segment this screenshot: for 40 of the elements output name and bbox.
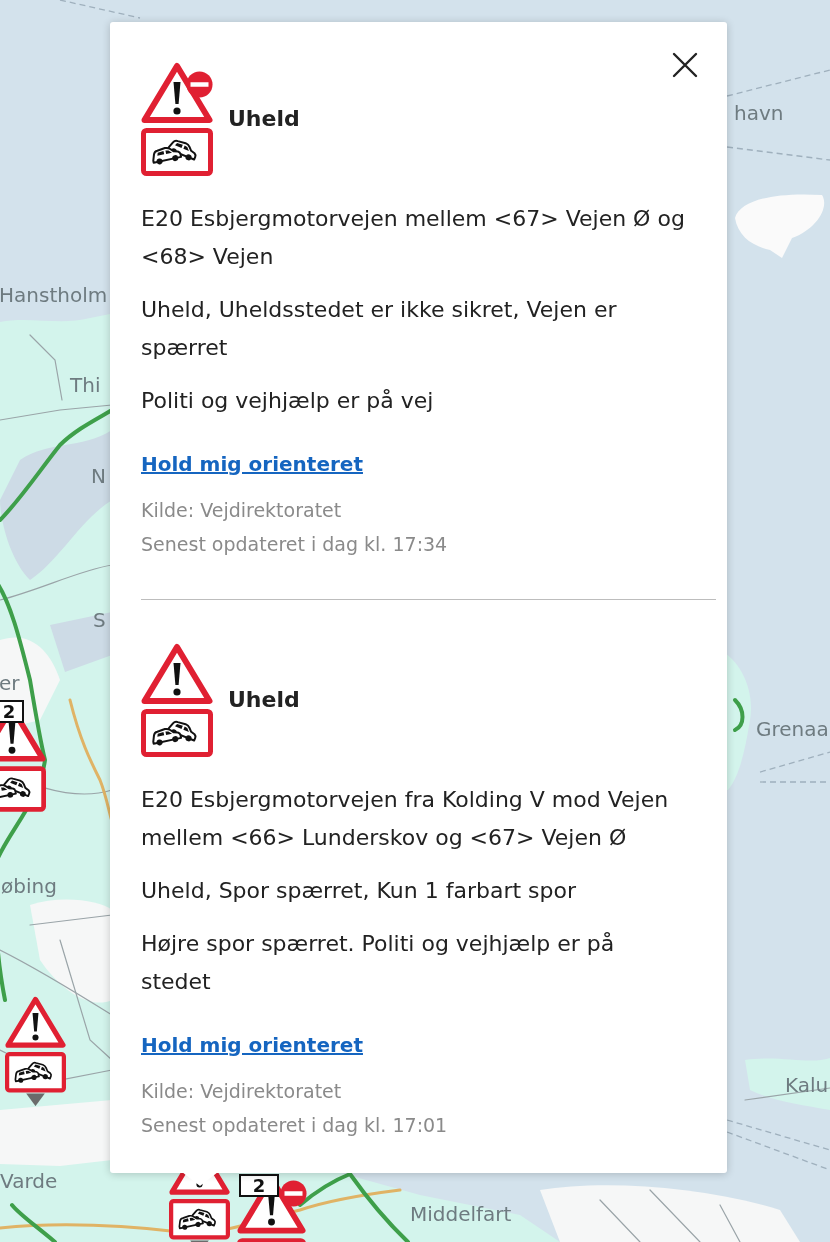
warning-triangle-icon bbox=[141, 62, 213, 124]
source-text: Kilde: Vejdirektoratet bbox=[141, 498, 342, 523]
place-label: øbing bbox=[1, 874, 57, 898]
minor-road bbox=[649, 1189, 701, 1242]
minor-road bbox=[719, 1204, 741, 1242]
description-text: Uheld, Uheldsstedet er ikke sikret, Vejen er spærret bbox=[141, 296, 618, 362]
updated-time-text: Senest opdateret i dag kl. 17:34 bbox=[141, 532, 448, 557]
place-label: N bbox=[91, 464, 106, 488]
motorway bbox=[10, 1203, 57, 1242]
incident-title: Uheld bbox=[228, 686, 300, 714]
follow-updates-link[interactable]: Hold mig orienteret bbox=[141, 1030, 363, 1060]
incident-title: Uheld bbox=[228, 105, 300, 133]
note-text: Højre spor spærret. Politi og vejhjælp er på stedet bbox=[141, 930, 616, 996]
close-button[interactable] bbox=[671, 51, 699, 79]
place-label: Hanstholm bbox=[0, 283, 108, 307]
count-badge[interactable]: 2 bbox=[239, 1174, 279, 1197]
place-label: Kalu bbox=[785, 1073, 829, 1097]
ferry-route bbox=[759, 751, 830, 773]
place-label: Varde bbox=[0, 1169, 58, 1193]
close-icon bbox=[671, 51, 699, 79]
note-text: Politi og vejhjælp er på vej bbox=[141, 387, 435, 415]
follow-updates-link[interactable]: Hold mig orienteret bbox=[141, 449, 363, 479]
updated-time-text: Senest opdateret i dag kl. 17:01 bbox=[141, 1113, 448, 1138]
source-text: Kilde: Vejdirektoratet bbox=[141, 1079, 342, 1104]
car-crash-sign-icon bbox=[141, 709, 213, 757]
car-crash-sign-icon bbox=[141, 128, 213, 176]
place-label: er bbox=[0, 671, 20, 695]
minor-road bbox=[599, 1199, 641, 1242]
place-label: S bbox=[93, 608, 106, 632]
lake-water bbox=[50, 612, 112, 672]
location-text: E20 Esbjergmotorvejen mellem <67> Vejen Ø og <68> Vejen bbox=[141, 205, 686, 271]
place-label: Thi bbox=[70, 373, 101, 397]
place-label: havn bbox=[734, 101, 784, 125]
location-text: E20 Esbjergmotorvejen fra Kolding V mod Vejen mellem <66> Lunderskov og <67> Vejen Ø bbox=[141, 786, 670, 852]
place-label: Middelfart bbox=[410, 1202, 512, 1226]
count-badge[interactable]: 2 bbox=[0, 700, 24, 723]
minor-road bbox=[29, 334, 63, 401]
motorway bbox=[733, 698, 745, 732]
description-text: Uheld, Spor spærret, Kun 1 farbart spor bbox=[141, 877, 577, 905]
place-label: Grenaa bbox=[756, 717, 829, 741]
